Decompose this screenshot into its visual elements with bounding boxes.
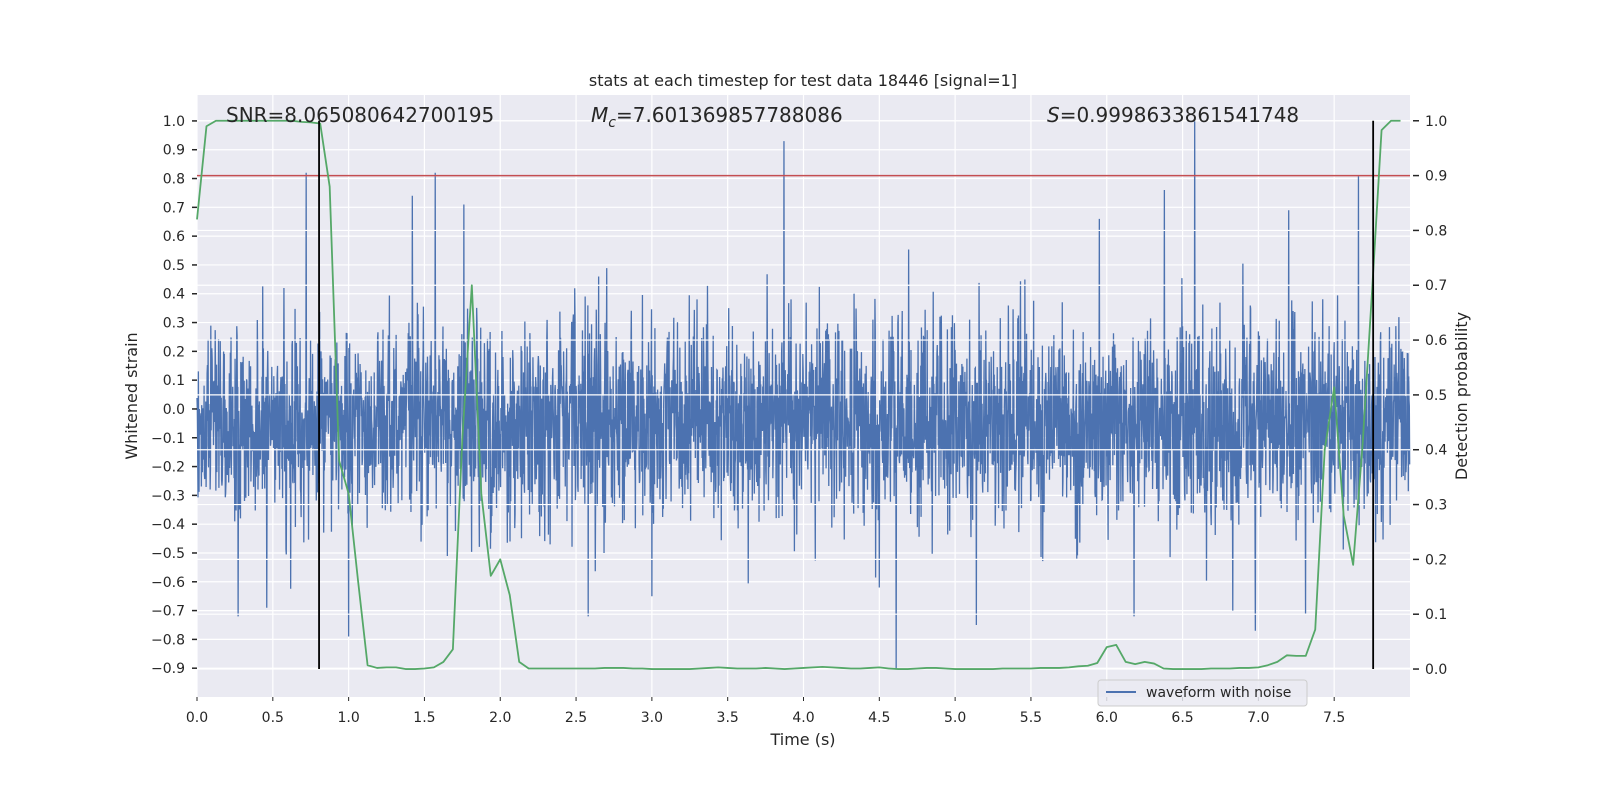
right-y-tick-label: 1.0 xyxy=(1425,114,1447,130)
chirp-mass-annotation: Mc=7.601369857788086 xyxy=(591,103,843,131)
left-y-tick-label: 0.3 xyxy=(163,316,185,332)
x-tick-label: 5.5 xyxy=(1020,710,1042,726)
score-annotation: S=0.9998633861541748 xyxy=(1047,103,1299,127)
left-y-tick-label: 0.9 xyxy=(163,143,185,159)
left-y-tick-label: −0.8 xyxy=(151,632,185,648)
snr-annotation: SNR=8.065080642700195 xyxy=(226,103,494,127)
left-y-tick-label: 0.5 xyxy=(163,258,185,274)
left-y-axis-ticks: −0.9 −0.8 −0.7 −0.6 −0.5 −0.4 −0.3 −0.2 −0.1 0.0 0… xyxy=(151,114,197,677)
x-tick-label: 1.5 xyxy=(413,710,435,726)
x-tick-label: 1.0 xyxy=(337,710,359,726)
x-tick-label: 3.0 xyxy=(641,710,663,726)
mc-symbol: M xyxy=(591,103,608,127)
left-y-tick-label: −0.6 xyxy=(151,575,185,591)
legend-label-waveform: waveform with noise xyxy=(1146,685,1291,701)
x-axis-label: Time (s) xyxy=(769,730,835,749)
left-y-tick-label: −0.9 xyxy=(151,661,185,677)
right-y-axis-ticks: 0.0 0.1 0.2 0.3 0.4 0.5 0.6 0.7 0.8 0.9 1.0 xyxy=(1413,114,1447,678)
x-tick-label: 5.0 xyxy=(944,710,966,726)
right-y-tick-label: 0.1 xyxy=(1425,607,1447,623)
x-tick-label: 3.5 xyxy=(717,710,739,726)
x-tick-label: 6.0 xyxy=(1096,710,1118,726)
x-tick-label: 0.0 xyxy=(186,710,208,726)
right-y-tick-label: 0.9 xyxy=(1425,169,1447,185)
x-tick-label: 4.0 xyxy=(792,710,814,726)
x-tick-label: 6.5 xyxy=(1171,710,1193,726)
left-y-tick-label: −0.5 xyxy=(151,546,185,562)
legend: waveform with noise xyxy=(1097,679,1308,707)
right-y-tick-label: 0.7 xyxy=(1425,278,1447,294)
left-y-tick-label: 0.4 xyxy=(163,287,185,303)
left-y-tick-label: −0.7 xyxy=(151,604,185,620)
left-y-tick-label: 1.0 xyxy=(163,114,185,130)
left-y-tick-label: 0.6 xyxy=(163,229,185,245)
right-y-tick-label: 0.0 xyxy=(1425,662,1447,678)
figure: 0.0 0.5 1.0 1.5 2.0 2.5 3.0 3.5 4.0 4.5 5.0 5.5 6.0 6… xyxy=(122,71,1471,749)
left-y-tick-label: −0.4 xyxy=(151,517,185,533)
x-tick-label: 4.5 xyxy=(868,710,890,726)
left-y-axis-label: Whitened strain xyxy=(122,332,141,459)
x-tick-label: 2.5 xyxy=(565,710,587,726)
right-y-tick-label: 0.4 xyxy=(1425,443,1447,459)
left-y-tick-label: 0.0 xyxy=(163,402,185,418)
chart-title: stats at each timestep for test data 184… xyxy=(589,71,1017,90)
s-value: =0.9998633861541748 xyxy=(1060,103,1299,127)
right-y-axis-label: Detection probability xyxy=(1452,312,1471,480)
x-tick-label: 7.5 xyxy=(1323,710,1345,726)
left-y-tick-label: 0.8 xyxy=(163,172,185,188)
right-y-tick-label: 0.5 xyxy=(1425,388,1447,404)
s-symbol: S xyxy=(1047,103,1060,127)
left-y-tick-label: −0.2 xyxy=(151,460,185,476)
x-tick-label: 7.0 xyxy=(1247,710,1269,726)
x-tick-label: 2.0 xyxy=(489,710,511,726)
right-y-tick-label: 0.6 xyxy=(1425,333,1447,349)
left-y-tick-label: −0.3 xyxy=(151,488,185,504)
mc-value: =7.601369857788086 xyxy=(616,103,843,127)
x-tick-label: 0.5 xyxy=(262,710,284,726)
right-y-tick-label: 0.3 xyxy=(1425,498,1447,514)
left-y-tick-label: 0.1 xyxy=(163,373,185,389)
left-y-tick-label: −0.1 xyxy=(151,431,185,447)
left-y-tick-label: 0.7 xyxy=(163,200,185,216)
left-y-tick-label: 0.2 xyxy=(163,344,185,360)
right-y-tick-label: 0.2 xyxy=(1425,552,1447,568)
right-y-tick-label: 0.8 xyxy=(1425,223,1447,239)
